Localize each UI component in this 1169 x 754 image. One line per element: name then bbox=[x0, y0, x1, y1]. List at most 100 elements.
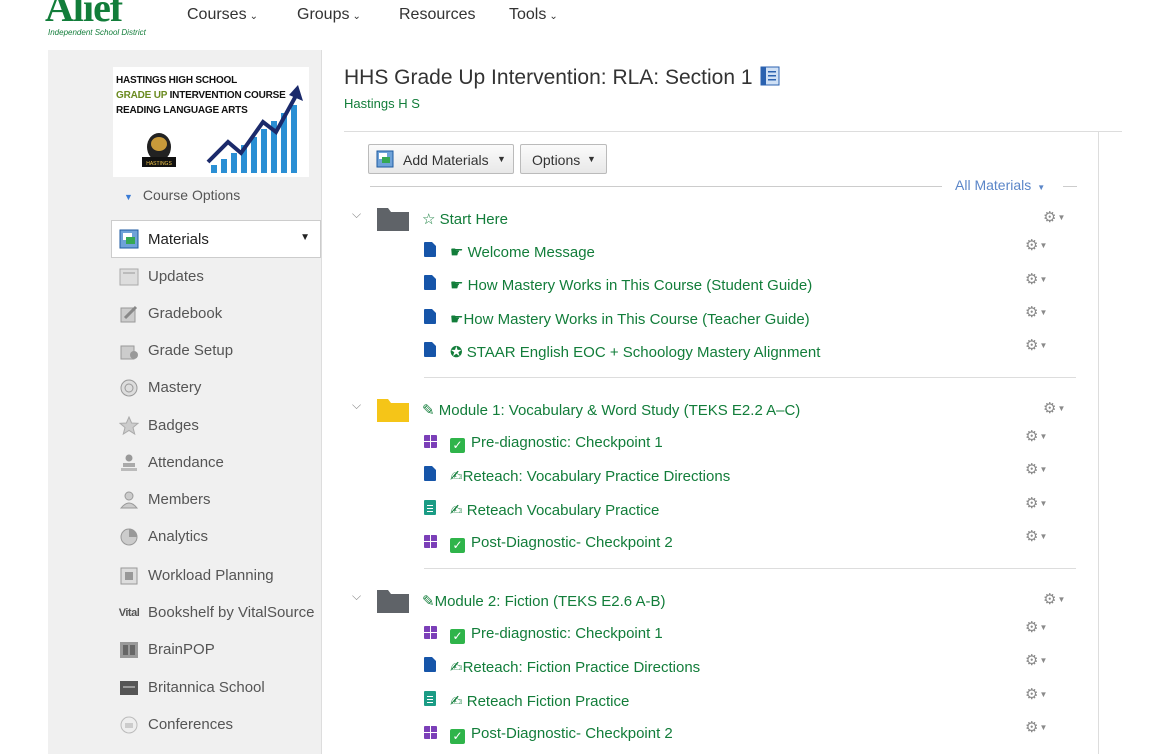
gear-icon[interactable]: ⚙▼ bbox=[1043, 399, 1065, 417]
list-item[interactable]: ✓ Post-Diagnostic- Checkpoint 2 bbox=[424, 722, 1070, 746]
divider bbox=[370, 186, 942, 187]
grade-setup-icon bbox=[118, 340, 140, 362]
workload-icon bbox=[118, 565, 140, 587]
gear-icon[interactable]: ⚙▼ bbox=[1025, 336, 1047, 354]
item-title[interactable]: ☛How Mastery Works in This Course (Teach… bbox=[450, 310, 810, 328]
folder-row[interactable]: ⌵ ✎ Module 1: Vocabulary & Word Study (T… bbox=[352, 393, 1072, 423]
course-info-icon[interactable] bbox=[760, 66, 780, 86]
sidebar-item-attendance[interactable]: Attendance bbox=[118, 450, 323, 476]
page-icon bbox=[424, 242, 438, 258]
sidebar-item-gradebook[interactable]: Gradebook bbox=[118, 301, 323, 327]
item-title[interactable]: ☛ How Mastery Works in This Course (Stud… bbox=[450, 276, 812, 294]
all-materials-label: All Materials bbox=[955, 177, 1032, 193]
mascot-badge-text: HASTINGS bbox=[146, 161, 172, 167]
sidebar-item-bookshelf-vitalsource[interactable]: Vital Bookshelf by VitalSource bbox=[118, 600, 323, 626]
all-materials-filter[interactable]: All Materials ▼ bbox=[955, 177, 1045, 193]
chevron-down-icon[interactable]: ⌵ bbox=[352, 207, 361, 222]
sidebar-item-mastery[interactable]: Mastery bbox=[118, 375, 323, 401]
nav-groups[interactable]: Groups ⌄ bbox=[297, 6, 361, 24]
sidebar-item-badges[interactable]: Badges bbox=[118, 413, 323, 439]
list-item[interactable]: ☛How Mastery Works in This Course (Teach… bbox=[424, 307, 1070, 331]
item-title[interactable]: ✍ Reteach Vocabulary Practice bbox=[450, 501, 659, 519]
chevron-down-icon: ⌄ bbox=[549, 11, 558, 22]
add-materials-button[interactable]: Add Materials ▼ bbox=[368, 144, 514, 174]
caret-down-icon: ▼ bbox=[587, 154, 596, 164]
growth-chart-icon: HASTINGS bbox=[142, 85, 303, 173]
sidebar-item-updates[interactable]: Updates bbox=[118, 264, 323, 290]
britannica-icon bbox=[118, 677, 140, 699]
sidebar-item-label: Attendance bbox=[148, 454, 224, 471]
list-item[interactable]: ☛ Welcome Message bbox=[424, 240, 1070, 264]
page-title: HHS Grade Up Intervention: RLA: Section … bbox=[344, 66, 780, 90]
list-item[interactable]: ✓ Post-Diagnostic- Checkpoint 2 bbox=[424, 531, 1070, 555]
item-title[interactable]: ✍Reteach: Fiction Practice Directions bbox=[450, 658, 700, 676]
folder-title[interactable]: ☆ Start Here bbox=[422, 210, 508, 228]
item-title[interactable]: ✓ Post-Diagnostic- Checkpoint 2 bbox=[450, 725, 673, 744]
item-title[interactable]: ✍ Reteach Fiction Practice bbox=[450, 692, 629, 710]
divider bbox=[344, 131, 1122, 132]
gear-icon[interactable]: ⚙▼ bbox=[1025, 460, 1047, 478]
gear-icon[interactable]: ⚙▼ bbox=[1025, 494, 1047, 512]
list-item[interactable]: ✓ Pre-diagnostic: Checkpoint 1 bbox=[424, 622, 1070, 646]
list-item[interactable]: ✍Reteach: Vocabulary Practice Directions bbox=[424, 464, 1070, 488]
sidebar-item-materials[interactable]: Materials ▼ bbox=[111, 220, 321, 258]
item-title[interactable]: ✓ Post-Diagnostic- Checkpoint 2 bbox=[450, 534, 673, 553]
course-options-toggle[interactable]: ▼ Course Options bbox=[124, 187, 240, 203]
sidebar-item-members[interactable]: Members bbox=[118, 487, 323, 513]
mastery-icon bbox=[118, 377, 140, 399]
updates-icon bbox=[118, 266, 140, 288]
gear-icon[interactable]: ⚙▼ bbox=[1043, 590, 1065, 608]
alief-logo[interactable]: Alief Independent School District bbox=[45, 0, 146, 37]
item-title[interactable]: ☛ Welcome Message bbox=[450, 243, 595, 261]
item-title[interactable]: ✓ Pre-diagnostic: Checkpoint 1 bbox=[450, 625, 663, 644]
folder-title[interactable]: ✎Module 2: Fiction (TEKS E2.6 A-B) bbox=[422, 592, 666, 610]
list-item[interactable]: ✍Reteach: Fiction Practice Directions bbox=[424, 655, 1070, 679]
gear-icon[interactable]: ⚙▼ bbox=[1025, 685, 1047, 703]
gear-icon[interactable]: ⚙▼ bbox=[1025, 718, 1047, 736]
sidebar-item-brainpop[interactable]: BrainPOP bbox=[118, 637, 323, 663]
list-item[interactable]: ✍ Reteach Vocabulary Practice bbox=[424, 498, 1070, 522]
sidebar-item-conferences[interactable]: Conferences bbox=[118, 712, 323, 738]
item-title[interactable]: ✓ Pre-diagnostic: Checkpoint 1 bbox=[450, 434, 663, 453]
gear-icon[interactable]: ⚙▼ bbox=[1025, 651, 1047, 669]
list-item[interactable]: ✍ Reteach Fiction Practice bbox=[424, 689, 1070, 713]
list-item[interactable]: ✓ Pre-diagnostic: Checkpoint 1 bbox=[424, 431, 1070, 455]
sidebar-item-grade-setup[interactable]: Grade Setup bbox=[118, 338, 323, 364]
nav-courses-label: Courses bbox=[187, 6, 247, 23]
options-button[interactable]: Options ▼ bbox=[520, 144, 607, 174]
nav-resources[interactable]: Resources bbox=[399, 6, 475, 24]
gear-icon[interactable]: ⚙▼ bbox=[1025, 618, 1047, 636]
folder-row[interactable]: ⌵ ☆ Start Here bbox=[352, 202, 1072, 232]
sidebar-item-britannica-school[interactable]: Britannica School bbox=[118, 675, 323, 701]
item-title[interactable]: ✪ STAAR English EOC + Schoology Mastery … bbox=[450, 343, 820, 361]
gear-icon[interactable]: ⚙▼ bbox=[1025, 236, 1047, 254]
add-materials-label: Add Materials bbox=[403, 152, 489, 168]
top-navigation: Alief Independent School District Course… bbox=[0, 0, 1169, 50]
gear-icon[interactable]: ⚙▼ bbox=[1025, 427, 1047, 445]
gear-icon[interactable]: ⚙▼ bbox=[1025, 270, 1047, 288]
sidebar-item-label: Workload Planning bbox=[148, 567, 274, 584]
nav-courses[interactable]: Courses ⌄ bbox=[187, 6, 258, 24]
sidebar-item-label: Analytics bbox=[148, 528, 209, 545]
caret-down-icon[interactable]: ▼ bbox=[300, 232, 310, 243]
gear-icon[interactable]: ⚙▼ bbox=[1043, 208, 1065, 226]
gear-icon[interactable]: ⚙▼ bbox=[1025, 527, 1047, 545]
logo-text: Alief bbox=[45, 0, 123, 30]
folder-row[interactable]: ⌵ ✎Module 2: Fiction (TEKS E2.6 A-B) bbox=[352, 584, 1072, 614]
sidebar-item-analytics[interactable]: Analytics bbox=[118, 524, 323, 550]
nav-tools[interactable]: Tools ⌄ bbox=[509, 6, 558, 24]
sidebar-item-workload-planning[interactable]: Workload Planning bbox=[118, 563, 323, 589]
divider bbox=[1098, 131, 1099, 754]
chevron-down-icon[interactable]: ⌵ bbox=[352, 398, 361, 413]
assessment-icon bbox=[424, 433, 438, 449]
chevron-down-icon[interactable]: ⌵ bbox=[352, 589, 361, 604]
folder-title[interactable]: ✎ Module 1: Vocabulary & Word Study (TEK… bbox=[422, 401, 800, 419]
school-link[interactable]: Hastings H S bbox=[344, 96, 420, 111]
list-item[interactable]: ☛ How Mastery Works in This Course (Stud… bbox=[424, 273, 1070, 297]
course-profile-image[interactable]: HASTINGS HIGH SCHOOL GRADE UP INTERVENTI… bbox=[113, 67, 309, 177]
checkmark-icon: ✓ bbox=[450, 729, 465, 744]
item-title[interactable]: ✍Reteach: Vocabulary Practice Directions bbox=[450, 467, 730, 485]
assessment-icon bbox=[424, 624, 438, 640]
gear-icon[interactable]: ⚙▼ bbox=[1025, 303, 1047, 321]
list-item[interactable]: ✪ STAAR English EOC + Schoology Mastery … bbox=[424, 340, 1070, 364]
